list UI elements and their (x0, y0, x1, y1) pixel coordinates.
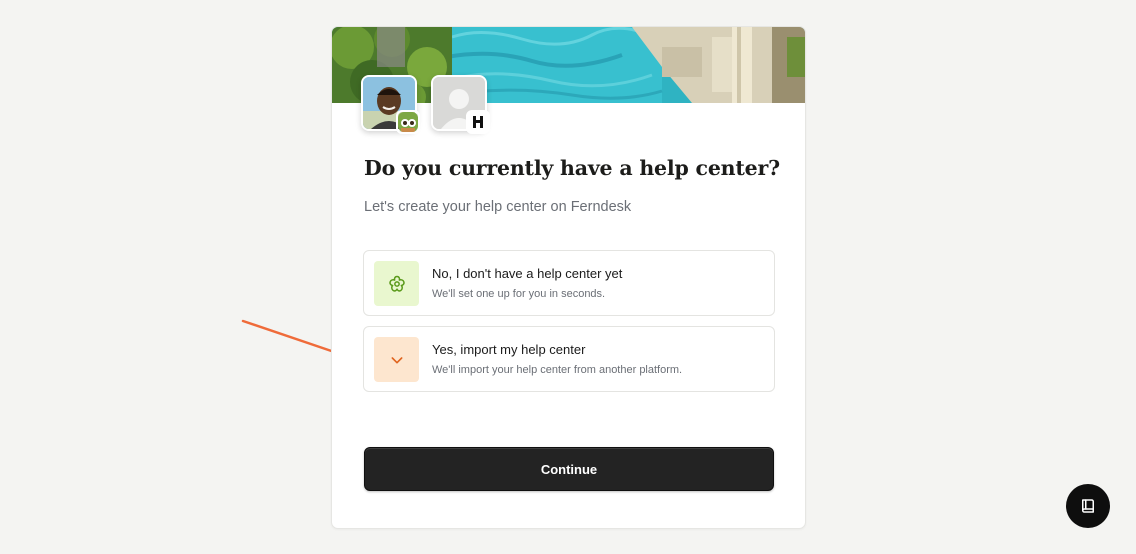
platform-logo-icon (466, 110, 490, 134)
continue-button[interactable]: Continue (364, 447, 774, 491)
option-description: We'll import your help center from anoth… (432, 364, 683, 376)
user-avatar (361, 75, 420, 134)
option-icon-box (374, 261, 419, 306)
option-icon-box (374, 337, 419, 382)
book-icon (1082, 499, 1094, 513)
help-docs-button[interactable] (1066, 484, 1110, 528)
page-subtitle: Let's create your help center on Ferndes… (364, 199, 632, 215)
option-title: No, I don't have a help center yet (432, 266, 623, 281)
option-import-help-center[interactable]: Yes, import my help center We'll import … (363, 326, 775, 392)
page-title: Do you currently have a help center? (364, 156, 780, 180)
option-title: Yes, import my help center (432, 342, 586, 357)
placeholder-avatar (431, 75, 490, 134)
option-description: We'll set one up for you in seconds. (432, 288, 606, 300)
flower-icon (388, 275, 405, 292)
mascot-badge-icon (396, 110, 420, 134)
onboarding-card: Do you currently have a help center? Let… (331, 26, 806, 529)
option-no-help-center[interactable]: No, I don't have a help center yet We'll… (363, 250, 775, 316)
chevron-down-icon (391, 356, 402, 363)
